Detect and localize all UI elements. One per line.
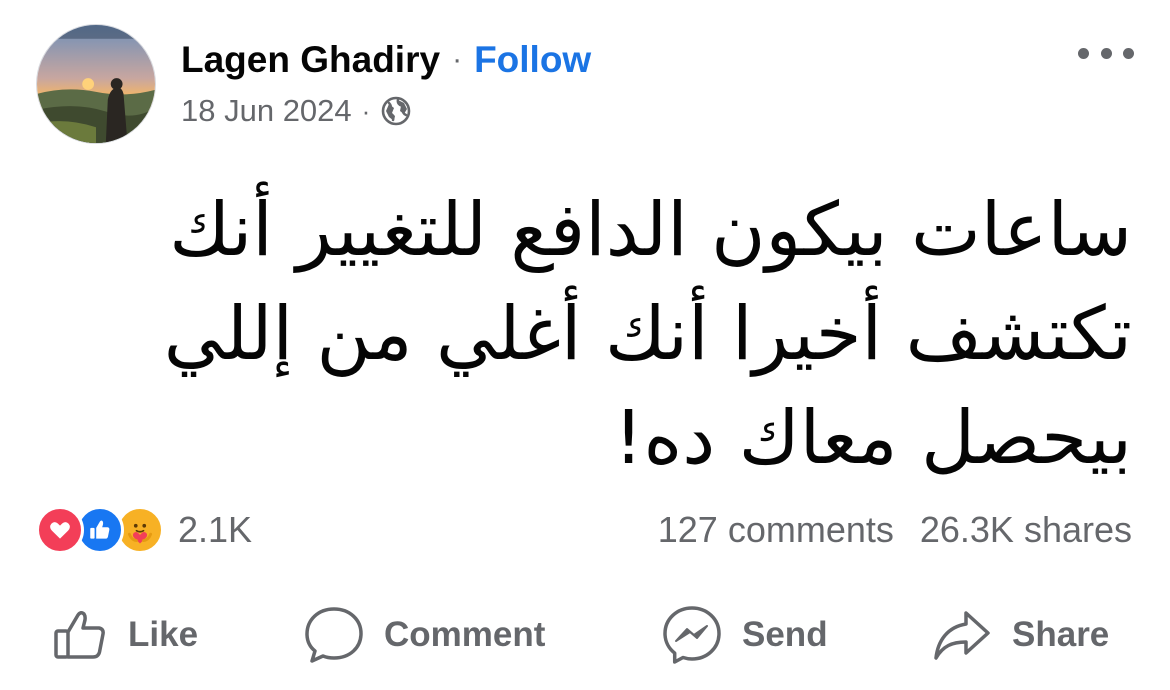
post-text: ساعات بيكون الدافع للتغيير أنك تكتشف أخي… bbox=[163, 187, 1132, 481]
meta-separator: · bbox=[361, 95, 371, 126]
avatar[interactable] bbox=[36, 24, 156, 144]
thumbs-up-icon bbox=[54, 610, 105, 659]
messenger-icon bbox=[663, 606, 721, 664]
send-label: Send bbox=[742, 615, 828, 654]
globe-icon bbox=[380, 95, 412, 127]
comments-count[interactable]: 127 comments bbox=[658, 509, 894, 551]
comment-bubble-icon bbox=[305, 607, 363, 663]
more-dot-icon bbox=[1078, 47, 1089, 59]
share-arrow-icon bbox=[934, 611, 990, 660]
more-dot-icon bbox=[1100, 47, 1112, 59]
engagement-stats: 127 comments 26.3K shares bbox=[658, 505, 1132, 555]
post-date[interactable]: 18 Jun 2024 bbox=[181, 93, 352, 129]
comment-label: Comment bbox=[384, 615, 546, 654]
comment-button[interactable]: Comment bbox=[302, 600, 545, 670]
post-meta: 18 Jun 2024 · bbox=[181, 92, 412, 130]
author-line: Lagen Ghadiry · Follow bbox=[181, 38, 591, 82]
name-separator: · bbox=[452, 43, 463, 76]
like-button[interactable]: Like bbox=[50, 600, 198, 670]
share-button[interactable]: Share bbox=[930, 600, 1109, 670]
author-name[interactable]: Lagen Ghadiry bbox=[181, 39, 440, 81]
follow-button[interactable]: Follow bbox=[474, 39, 591, 81]
avatar-sunset-image bbox=[37, 25, 155, 143]
shares-count[interactable]: 26.3K shares bbox=[920, 509, 1132, 551]
post-card: Lagen Ghadiry · Follow 18 Jun 2024 · ساع… bbox=[0, 0, 1170, 690]
reactions-summary[interactable]: 2.1K bbox=[36, 505, 252, 555]
action-bar: Like Comment Send Share bbox=[0, 600, 1170, 670]
reaction-count[interactable]: 2.1K bbox=[178, 509, 252, 551]
send-button[interactable]: Send bbox=[660, 600, 828, 670]
more-options-button[interactable] bbox=[1078, 38, 1134, 68]
love-reaction-icon bbox=[36, 506, 84, 554]
like-label: Like bbox=[128, 615, 199, 654]
more-dot-icon bbox=[1123, 47, 1134, 59]
share-label: Share bbox=[1012, 615, 1110, 654]
